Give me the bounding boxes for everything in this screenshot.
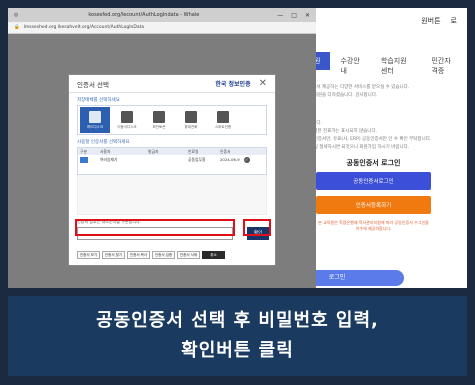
highlight-confirm	[243, 219, 271, 236]
certificate-icon	[80, 157, 88, 163]
cert-login-button[interactable]: 공동인증서로그인	[316, 172, 431, 190]
cert-list-label: 사용할 인증서를 선택하세요	[77, 140, 130, 145]
cert-issuer	[148, 155, 188, 165]
popup-browser-window: ◎ kosesfed.org/lecount/AuthLogIndata - W…	[8, 8, 316, 288]
delete-cert-button[interactable]: 인증서 삭제	[177, 251, 200, 259]
smart-cert-icon	[217, 110, 229, 123]
cert-list-empty-area	[77, 175, 267, 215]
token-icon	[153, 110, 165, 123]
media-token[interactable]: 보안토큰	[144, 107, 174, 133]
copy-cert-button[interactable]: 인증서 복사	[127, 251, 150, 259]
media-label: 저장매체를 선택하세요	[77, 98, 120, 103]
col-type: 구분	[80, 149, 87, 154]
tutorial-frame: 원버튼 로 원 수강안내 학습지원센터 민간자격증 회원께서 제공하는 다양한 …	[0, 0, 475, 385]
dialog-title: 인증서 선택	[77, 80, 109, 89]
find-cert-button[interactable]: 인증서 찾기	[102, 251, 125, 259]
tab-course-info[interactable]: 수강안내	[330, 52, 370, 75]
login-note: 본 교육원은 학점은행제 학사관리지침에 따라 공동인증서 수그인을 이수에 제…	[318, 220, 429, 231]
title-bar: ◎ kosesfed.org/lecount/AuthLogIndata - W…	[8, 8, 316, 22]
media-selector: 하드디스크 이동식디스크 보안토큰 휴대전화 스마트인증	[77, 105, 267, 135]
media-label-text: 보안토큰	[152, 124, 166, 129]
media-hard-disk[interactable]: 하드디스크	[80, 107, 110, 133]
col-expiry: 만료일	[188, 149, 199, 154]
address-bar[interactable]: 🔒 lmsseshed.org lkesahvelt.org/Account/A…	[8, 22, 316, 34]
screenshot-area: 원버튼 로 원 수강안내 학습지원센터 민간자격증 회원께서 제공하는 다양한 …	[8, 8, 467, 288]
window-title: kosesfed.org/lecount/AuthLogIndata - Wha…	[88, 12, 200, 18]
view-cert-button[interactable]: 인증서 보기	[77, 251, 100, 259]
cert-purpose: 공동업무용	[188, 157, 206, 162]
cert-row[interactable]: 여러승재기 공동업무용 2024-06-9 ✓	[78, 155, 266, 165]
media-label-text: 이동식디스크	[117, 124, 137, 129]
site-paragraph: 로이 및 절세하시면 되것으니 회원가입 하시기 바랍니다.	[304, 145, 410, 150]
highlight-password	[75, 219, 235, 236]
check-icon: ✓	[243, 157, 250, 163]
cert-register-button[interactable]: 인증서등록하기	[316, 196, 431, 214]
browser-content: 인증서 선택 한국 정보인증 ✕ 저장매체를 선택하세요 하드디스크 이동식디스…	[8, 34, 316, 288]
cert-select-dialog: 인증서 선택 한국 정보인증 ✕ 저장매체를 선택하세요 하드디스크 이동식디스…	[68, 74, 276, 266]
minimize-button[interactable]: —	[277, 12, 283, 19]
caption-line-2: 확인버튼 클릭	[181, 340, 294, 361]
maximize-button[interactable]: □	[291, 12, 297, 19]
phone-icon	[185, 110, 197, 123]
cert-date: 2024-06-9 ✓	[220, 155, 250, 165]
cert-user: 여러승재기	[100, 157, 118, 162]
cancel-button[interactable]: 취소	[202, 251, 225, 259]
cert-table: 구분 사용자 발급자 만료일 인증서 여러승재기 공동업무용 2024-06-9…	[77, 147, 267, 175]
site-nav: 원 수강안내 학습지원센터 민간자격증	[304, 52, 467, 75]
hard-disk-icon	[89, 110, 101, 123]
cert-date-text: 2024-06-9	[220, 157, 240, 162]
cert-table-header: 구분 사용자 발급자 만료일 인증서	[78, 148, 266, 155]
tab-support-center[interactable]: 학습지원센터	[371, 52, 422, 75]
media-phone[interactable]: 휴대전화	[176, 107, 206, 133]
one-button-link[interactable]: 원버튼	[421, 16, 440, 26]
col-cert: 인증서	[220, 149, 231, 154]
media-smart-cert[interactable]: 스마트인증	[208, 107, 238, 133]
verify-cert-button[interactable]: 인증서 검증	[152, 251, 175, 259]
cert-login-box: 공동인증서 로그인 공동인증서로그인 인증서등록하기 본 교육원은 학점은행제 …	[316, 158, 431, 232]
login-title: 공동인증서 로그인	[346, 159, 401, 167]
cert-type	[78, 155, 100, 165]
dialog-button-row: 인증서 보기 인증서 찾기 인증서 복사 인증서 검증 인증서 삭제 취소	[77, 251, 225, 259]
login-link[interactable]: 로	[451, 16, 457, 26]
close-icon[interactable]: ✕	[259, 78, 267, 89]
usb-icon	[121, 110, 133, 123]
site-paragraph: 회원께서 제공하는 다양한 서비스를 받으실 수 있습니다.	[304, 85, 410, 90]
media-label-text: 스마트인증	[214, 124, 232, 129]
caption-line-1: 공동인증서 선택 후 비밀번호 입력,	[96, 310, 379, 331]
instruction-caption: 공동인증서 선택 후 비밀번호 입력, 확인버튼 클릭	[8, 296, 467, 376]
address-text: lmsseshed.org lkesahvelt.org/Account/Aut…	[23, 25, 145, 30]
site-top-links: 원버튼 로	[421, 16, 457, 26]
brand-logo: 한국 정보인증	[215, 81, 251, 88]
media-usb[interactable]: 이동식디스크	[112, 107, 142, 133]
site-paragraph: 원만 인증서만, 유료(사, ERP) 공동인증서만 인 수 확인 부탁합니다.	[304, 137, 432, 142]
tab-private-cert[interactable]: 민간자격증	[421, 52, 467, 75]
col-issuer: 발급자	[148, 149, 159, 154]
dialog-header: 인증서 선택 한국 정보인증 ✕	[69, 75, 275, 93]
media-label-text: 휴대전화	[184, 124, 198, 129]
lock-icon: 🔒	[14, 25, 20, 30]
close-window-button[interactable]: ✕	[305, 12, 310, 19]
media-label-text: 하드디스크	[86, 124, 104, 129]
col-user: 사용자	[100, 149, 111, 154]
